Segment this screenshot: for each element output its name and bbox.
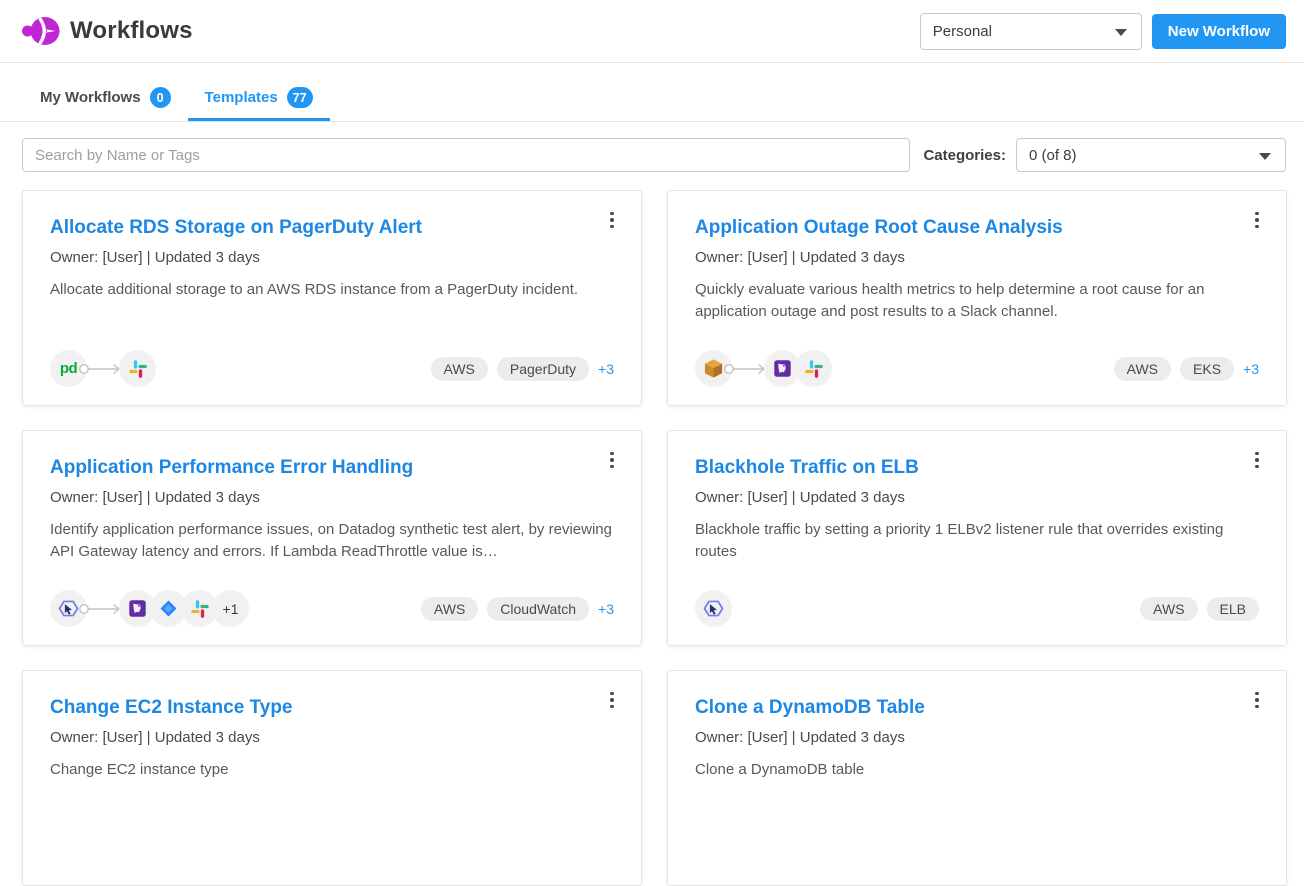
card-icons: pd xyxy=(50,350,156,387)
card-icons xyxy=(695,590,732,627)
workflow-meta: Owner: [User] | Updated 3 days xyxy=(695,249,1259,266)
workflow-description: Change EC2 instance type xyxy=(50,759,614,781)
card-menu-button[interactable] xyxy=(599,685,625,715)
tab-bar: My Workflows 0 Templates 77 xyxy=(0,79,1304,122)
tab-my-workflows-label: My Workflows xyxy=(40,89,141,106)
workflow-meta: Owner: [User] | Updated 3 days xyxy=(50,489,614,506)
tag-chip: AWS xyxy=(421,597,478,621)
hexagon-pointer-icon xyxy=(695,590,732,627)
tab-templates-count-badge: 77 xyxy=(287,87,313,108)
card-menu-button[interactable] xyxy=(1244,445,1270,475)
chevron-down-icon xyxy=(1259,153,1271,160)
card-menu-button[interactable] xyxy=(599,205,625,235)
tab-templates-label: Templates xyxy=(205,89,278,106)
card-footer xyxy=(695,830,1259,867)
tag-chip: ELB xyxy=(1207,597,1259,621)
more-icons-chip: +1 xyxy=(212,590,249,627)
card-tags: AWS EKS +3 xyxy=(1114,357,1259,381)
card-tags: AWS CloudWatch +3 xyxy=(421,597,614,621)
action-icon-cluster xyxy=(764,350,832,387)
workflow-title-link[interactable]: Clone a DynamoDB Table xyxy=(695,697,1259,720)
categories-dropdown-value: 0 (of 8) xyxy=(1029,147,1077,164)
flow-arrow-icon xyxy=(723,362,769,376)
card-tags: AWS ELB xyxy=(1140,597,1259,621)
workflow-description: Clone a DynamoDB table xyxy=(695,759,1259,781)
workflow-description: Identify application performance issues,… xyxy=(50,519,614,563)
slack-icon xyxy=(795,350,832,387)
more-tags-link[interactable]: +3 xyxy=(598,361,614,377)
flow-arrow-icon xyxy=(78,362,124,376)
tag-chip: PagerDuty xyxy=(497,357,589,381)
tag-chip: AWS xyxy=(431,357,488,381)
workflow-card: Change EC2 Instance Type Owner: [User] |… xyxy=(22,670,642,886)
workflow-title-link[interactable]: Application Performance Error Handling xyxy=(50,457,614,480)
more-tags-link[interactable]: +3 xyxy=(1243,361,1259,377)
workflow-title-link[interactable]: Allocate RDS Storage on PagerDuty Alert xyxy=(50,217,614,240)
workflow-description: Quickly evaluate various health metrics … xyxy=(695,279,1259,323)
card-footer xyxy=(50,830,614,867)
workflow-title-link[interactable]: Application Outage Root Cause Analysis xyxy=(695,217,1259,240)
workspace-dropdown[interactable]: Personal xyxy=(920,13,1142,50)
card-footer: AWS ELB xyxy=(695,590,1259,627)
workflow-card: Allocate RDS Storage on PagerDuty Alert … xyxy=(22,190,642,406)
workflow-meta: Owner: [User] | Updated 3 days xyxy=(695,729,1259,746)
tab-templates[interactable]: Templates 77 xyxy=(188,79,330,121)
action-icon-cluster xyxy=(119,350,156,387)
card-menu-button[interactable] xyxy=(1244,685,1270,715)
card-footer: +1 AWS CloudWatch +3 xyxy=(50,590,614,627)
filter-bar: Categories: 0 (of 8) xyxy=(0,122,1304,172)
flow-arrow-icon xyxy=(78,602,124,616)
tag-chip: AWS xyxy=(1140,597,1197,621)
slack-icon xyxy=(119,350,156,387)
new-workflow-button[interactable]: New Workflow xyxy=(1152,14,1286,49)
card-footer: AWS EKS +3 xyxy=(695,350,1259,387)
workflow-description: Blackhole traffic by setting a priority … xyxy=(695,519,1259,563)
workflow-title-link[interactable]: Change EC2 Instance Type xyxy=(50,697,614,720)
tag-chip: AWS xyxy=(1114,357,1171,381)
workflow-grid: Allocate RDS Storage on PagerDuty Alert … xyxy=(0,172,1304,886)
card-menu-button[interactable] xyxy=(1244,205,1270,235)
workflow-description: Allocate additional storage to an AWS RD… xyxy=(50,279,614,301)
workflow-card: Blackhole Traffic on ELB Owner: [User] |… xyxy=(667,430,1287,646)
workflow-title-link[interactable]: Blackhole Traffic on ELB xyxy=(695,457,1259,480)
page-header: Workflows Personal New Workflow xyxy=(0,0,1304,63)
workflow-meta: Owner: [User] | Updated 3 days xyxy=(50,729,614,746)
workflow-card: Application Outage Root Cause Analysis O… xyxy=(667,190,1287,406)
page-title: Workflows xyxy=(70,17,193,45)
categories-dropdown[interactable]: 0 (of 8) xyxy=(1016,138,1286,172)
card-menu-button[interactable] xyxy=(599,445,625,475)
card-footer: pd AWS PagerDuty +3 xyxy=(50,350,614,387)
categories-label: Categories: xyxy=(923,147,1006,164)
search-input[interactable] xyxy=(22,138,910,172)
chevron-down-icon xyxy=(1115,29,1127,36)
tab-my-workflows[interactable]: My Workflows 0 xyxy=(23,79,188,121)
card-icons: +1 xyxy=(50,590,249,627)
tab-my-workflows-count-badge: 0 xyxy=(150,87,171,108)
workflow-card: Application Performance Error Handling O… xyxy=(22,430,642,646)
action-icon-cluster: +1 xyxy=(119,590,249,627)
workspace-dropdown-value: Personal xyxy=(933,23,992,40)
tag-chip: CloudWatch xyxy=(487,597,589,621)
workflow-card: Clone a DynamoDB Table Owner: [User] | U… xyxy=(667,670,1287,886)
more-tags-link[interactable]: +3 xyxy=(598,601,614,617)
workflow-meta: Owner: [User] | Updated 3 days xyxy=(50,249,614,266)
tag-chip: EKS xyxy=(1180,357,1234,381)
card-tags: AWS PagerDuty +3 xyxy=(431,357,615,381)
workflow-meta: Owner: [User] | Updated 3 days xyxy=(695,489,1259,506)
card-icons xyxy=(695,350,832,387)
app-logo-icon xyxy=(22,16,60,46)
